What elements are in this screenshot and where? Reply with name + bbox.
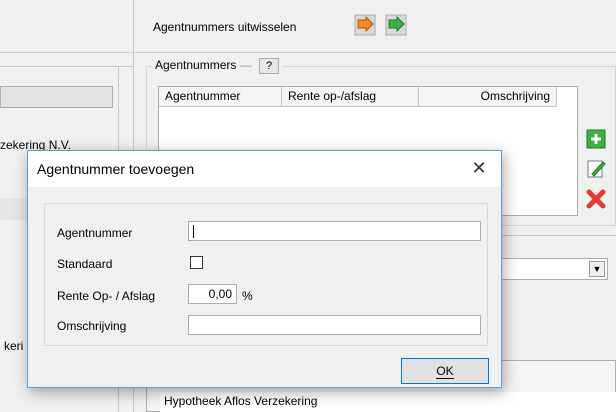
divider-top: [0, 52, 616, 53]
bottom-list-row[interactable]: Hypotheek Aflos Verzekering: [160, 392, 616, 412]
delete-icon[interactable]: [585, 188, 607, 210]
divider-top-left: [133, 0, 134, 52]
add-agent-dialog: Agentnummer toevoegen ✕ Agentnummer Stan…: [27, 150, 502, 388]
rente-input[interactable]: 0,00: [188, 284, 237, 304]
agentnummer-label: Agentnummer: [57, 226, 133, 240]
agentnummers-legend-text: Agentnummers: [155, 58, 237, 73]
dialog-titlebar[interactable]: Agentnummer toevoegen ✕: [28, 151, 501, 187]
standaard-checkbox[interactable]: [190, 256, 203, 269]
agentnummers-legend: Agentnummers — ?: [152, 58, 283, 74]
close-icon[interactable]: ✕: [457, 151, 501, 187]
ok-button[interactable]: OK: [401, 358, 489, 384]
agentnummer-input[interactable]: [188, 221, 481, 241]
left-panel-header: [0, 86, 113, 108]
selection-dropdown[interactable]: ▼: [486, 258, 608, 280]
ok-button-label: OK: [436, 364, 454, 379]
text-caret: [193, 225, 194, 239]
column-header-agentnummer[interactable]: Agentnummer: [159, 87, 282, 107]
standaard-label: Standaard: [57, 257, 113, 271]
bottom-list-row-text: Hypotheek Aflos Verzekering: [164, 394, 318, 408]
omschrijving-label: Omschrijving: [57, 319, 127, 333]
edit-icon[interactable]: [585, 158, 607, 180]
column-header-rente[interactable]: Rente op-/afslag: [282, 87, 419, 107]
divider-right: [486, 235, 616, 236]
dialog-title: Agentnummer toevoegen: [37, 161, 195, 177]
chevron-down-icon[interactable]: ▼: [589, 261, 605, 277]
help-button[interactable]: ?: [259, 58, 280, 74]
add-icon[interactable]: [585, 128, 607, 150]
rente-unit: %: [242, 289, 253, 303]
left-panel-text-2: keri: [4, 339, 24, 353]
rente-label: Rente Op- / Afslag: [57, 289, 156, 303]
import-icon[interactable]: [385, 14, 407, 36]
left-panel-border: [0, 66, 133, 67]
omschrijving-input[interactable]: [188, 315, 481, 335]
exchange-label: Agentnummers uitwisselen: [153, 20, 297, 34]
export-icon[interactable]: [354, 14, 376, 36]
column-header-omschrijving[interactable]: Omschrijving: [419, 87, 557, 107]
